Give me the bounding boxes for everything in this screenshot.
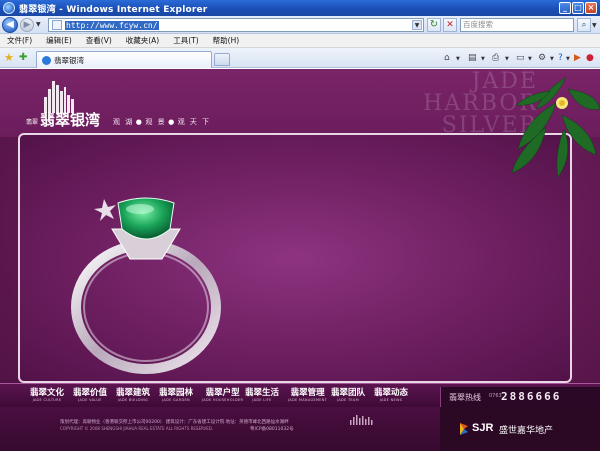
print-dropdown[interactable]: ▼	[505, 56, 509, 62]
page-icon	[52, 20, 62, 30]
nav-jade-team[interactable]: 翡翠团队 JADE TEAM	[331, 386, 365, 402]
nav-label: 翡翠建筑	[116, 388, 151, 398]
footer-icp: 粤ICP备08011032号	[250, 427, 294, 432]
minimize-button[interactable]: _	[559, 2, 571, 14]
plant-decoration	[511, 76, 600, 178]
hotline-area-code: 0763	[489, 393, 502, 399]
forward-button[interactable]: ▶	[20, 18, 34, 32]
help-dropdown[interactable]: ▼	[566, 56, 570, 62]
nav-label: 翡翠园林	[159, 388, 194, 398]
feeds-dropdown[interactable]: ▼	[481, 56, 485, 62]
hotline-label: 翡翠热线	[449, 393, 481, 402]
search-button[interactable]: ⌕	[577, 18, 591, 32]
add-favorite-icon[interactable]: ✚	[19, 52, 27, 63]
close-button[interactable]: ×	[585, 2, 597, 14]
hotline-block: 翡翠热线 0763 2886666	[440, 387, 600, 407]
menu-favorites[interactable]: 收藏夹(A)	[119, 35, 166, 46]
slogan-part-3: 观 天 下	[177, 118, 211, 126]
webpage-content: JADE HARBOR SILVER 翡翠 翡翠银湾 观 湖 ● 观 景 ● 观 天 下	[0, 69, 600, 451]
search-options-dropdown[interactable]: ▼	[592, 22, 597, 29]
footer-copyright: COPYRIGHT © 2008 SHENGSHI JIAHUA REAL ES…	[60, 426, 214, 431]
menu-edit[interactable]: 编辑(E)	[39, 35, 79, 46]
logo-small-text: 翡翠	[26, 118, 39, 126]
slogan-part-1: 观 湖	[113, 118, 134, 126]
refresh-button[interactable]: ↻	[427, 18, 441, 32]
skyline-mini-icon	[350, 415, 373, 425]
search-input[interactable]: 百度搜索	[460, 18, 574, 32]
nav-label: 翡翠生活	[245, 388, 280, 398]
ie-icon	[3, 2, 15, 14]
nav-sublabel: JADE MANAGEMENT	[288, 398, 328, 402]
slogan-part-2: 观 景	[145, 118, 167, 126]
nav-jade-garden[interactable]: 翡翠园林 JADE GARDEN	[159, 386, 193, 402]
nav-sublabel: JADE CULTURE	[32, 398, 62, 402]
sjr-logo-icon	[460, 423, 468, 435]
tools-dropdown[interactable]: ▼	[550, 56, 554, 62]
url-dropdown[interactable]: ▼	[412, 20, 422, 30]
nav-sublabel: JADE NEWS	[379, 398, 403, 402]
nav-label: 翡翠文化	[30, 388, 65, 398]
print-icon[interactable]: ⎙	[492, 53, 499, 63]
nav-label: 翡翠动态	[374, 388, 409, 398]
window-title: 翡翠银湾 - Windows Internet Explorer	[19, 4, 208, 15]
nav-sublabel: JADE TEAM	[337, 398, 359, 402]
favorites-star-icon[interactable]: ★	[4, 52, 14, 63]
page-menu-icon[interactable]: ▭	[516, 53, 525, 63]
nav-jade-value[interactable]: 翡翠价值 JADE VALUE	[73, 386, 107, 402]
hotline-number: 2886666	[501, 390, 562, 403]
feeds-icon[interactable]: ▤	[468, 53, 477, 63]
menu-tools[interactable]: 工具(T)	[166, 35, 205, 46]
menu-view[interactable]: 查看(V)	[79, 35, 119, 46]
brand-chinese-name: 盛世嘉华地产	[499, 426, 554, 436]
nav-jade-householder[interactable]: 翡翠户型 JADE HOUSEHOLDER	[202, 386, 243, 402]
logo-main-text: 翡翠银湾	[40, 111, 101, 129]
nav-sublabel: JADE LIFE	[252, 398, 272, 402]
skyline-logo-icon	[44, 81, 74, 113]
logo-text: 翡翠 翡翠银湾	[26, 109, 100, 130]
brand-short-name: SJR	[472, 422, 494, 434]
nav-label: 翡翠价值	[73, 388, 108, 398]
page-menu-dropdown[interactable]: ▼	[528, 56, 532, 62]
menu-bar: 文件(F) 编辑(E) 查看(V) 收藏夹(A) 工具(T) 帮助(H)	[0, 34, 600, 48]
nav-label: 翡翠管理	[290, 388, 325, 398]
nav-jade-building[interactable]: 翡翠建筑 JADE BUILDING	[116, 386, 150, 402]
jade-ring-image	[71, 197, 221, 374]
menu-help[interactable]: 帮助(H)	[206, 35, 247, 46]
tab-page-icon	[42, 55, 51, 65]
nav-sublabel: JADE GARDEN	[162, 398, 190, 402]
footer-info: 策划代理：高联物业（香港联交所上市公司00200） 建筑设计：广东省建工设计院 …	[60, 420, 289, 425]
menu-file[interactable]: 文件(F)	[0, 35, 39, 46]
developer-brand[interactable]: SJR 盛世嘉华地产	[440, 407, 600, 451]
tab-current[interactable]: 翡翠银湾	[36, 51, 212, 68]
tab-bar: ★ ✚ 翡翠银湾 ⌂ ▼ ▤ ▼ ⎙ ▼ ▭ ▼ ⚙ ▼ ? ▼ ▶ ●	[0, 48, 600, 68]
research-icon[interactable]: ▶	[574, 53, 581, 63]
home-icon[interactable]: ⌂	[444, 53, 450, 63]
tools-gear-icon[interactable]: ⚙	[538, 53, 546, 63]
slogan: 观 湖 ● 观 景 ● 观 天 下	[113, 118, 211, 126]
nav-jade-news[interactable]: 翡翠动态 JADE NEWS	[374, 386, 408, 402]
nav-sublabel: JADE BUILDING	[117, 398, 149, 402]
nav-jade-culture[interactable]: 翡翠文化 JADE CULTURE	[30, 386, 64, 402]
recent-pages-dropdown[interactable]: ▼	[36, 21, 41, 28]
window-title-bar: 翡翠银湾 - Windows Internet Explorer _ □ ×	[0, 0, 600, 16]
stop-button[interactable]: ✕	[443, 18, 457, 32]
hero-panel	[18, 133, 572, 383]
url-input[interactable]: http://www.fcyw.cn/ ▼	[48, 18, 424, 32]
nav-jade-management[interactable]: 翡翠管理 JADE MANAGEMENT	[288, 386, 327, 402]
nav-label: 翡翠团队	[331, 388, 366, 398]
new-tab-button[interactable]	[214, 53, 230, 66]
nav-jade-life[interactable]: 翡翠生活 JADE LIFE	[245, 386, 279, 402]
maximize-button[interactable]: □	[572, 2, 584, 14]
back-button[interactable]: ◀	[2, 17, 18, 33]
tab-label: 翡翠银湾	[54, 55, 84, 65]
nav-sublabel: JADE HOUSEHOLDER	[202, 398, 244, 402]
nav-sublabel: JADE VALUE	[78, 398, 102, 402]
home-dropdown[interactable]: ▼	[456, 56, 460, 62]
blog-icon[interactable]: ●	[586, 53, 594, 63]
url-text[interactable]: http://www.fcyw.cn/	[65, 20, 159, 30]
window-controls: _ □ ×	[559, 2, 597, 14]
nav-label: 翡翠户型	[205, 388, 240, 398]
address-bar: ◀ ▶ ▼ http://www.fcyw.cn/ ▼ ↻ ✕ 百度搜索 ⌕ ▼	[0, 16, 600, 34]
help-icon[interactable]: ?	[558, 53, 563, 63]
